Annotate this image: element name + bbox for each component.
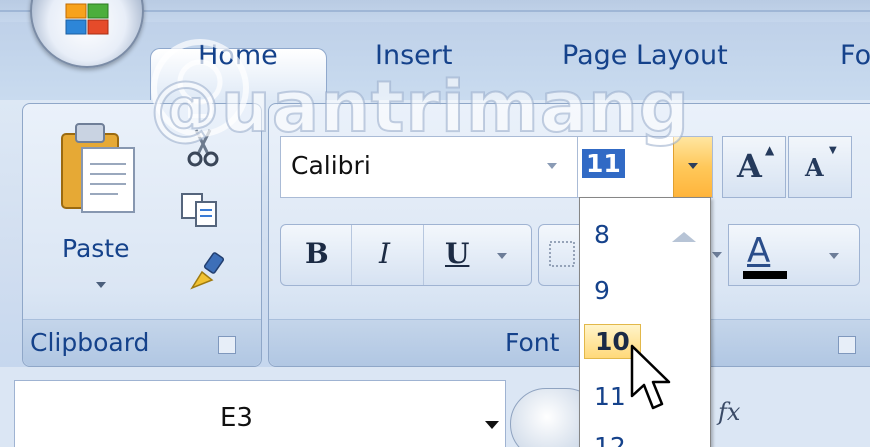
font-size-value[interactable]: 11	[582, 149, 625, 178]
bold-button[interactable]: B	[281, 225, 352, 285]
paste-button[interactable]: Paste	[62, 234, 129, 263]
font-color-icon: A	[747, 231, 771, 271]
font-size-option[interactable]: 12	[594, 432, 626, 447]
paste-dropdown-arrow[interactable]	[96, 282, 106, 288]
font-style-buttons: B I U	[280, 224, 532, 286]
grow-font-icon: A	[737, 147, 762, 185]
font-group-label-bar	[269, 319, 870, 366]
chevron-down-icon	[688, 163, 698, 169]
watermark-text: @uantrimang	[149, 65, 690, 149]
italic-icon: I	[379, 237, 391, 270]
italic-button[interactable]: I	[351, 225, 424, 285]
grow-font-button[interactable]: A ▲	[722, 136, 786, 198]
font-color-dropdown-arrow[interactable]	[829, 253, 839, 259]
name-box-dropdown-arrow[interactable]	[485, 421, 499, 429]
bold-icon: B	[305, 237, 329, 270]
caret-down-icon: ▼	[829, 145, 837, 156]
underline-button[interactable]: U	[423, 225, 531, 285]
caret-up-icon: ▲	[765, 143, 775, 157]
insert-function-button[interactable]: fx	[718, 398, 740, 426]
borders-button[interactable]	[538, 224, 584, 286]
font-color-button[interactable]: A	[728, 224, 860, 286]
tab-formulas[interactable]: Fo	[840, 40, 870, 71]
copy-icon[interactable]	[178, 190, 222, 230]
underline-dropdown-arrow[interactable]	[497, 253, 507, 259]
clipboard-dialog-launcher[interactable]	[218, 336, 236, 354]
font-size-option[interactable]: 8	[594, 220, 610, 249]
font-size-option[interactable]: 11	[594, 382, 626, 411]
format-painter-icon[interactable]	[186, 250, 230, 294]
scroll-up-icon[interactable]	[672, 232, 696, 242]
clipboard-group-label: Clipboard	[30, 328, 150, 357]
name-box-value: E3	[220, 403, 253, 433]
shrink-font-button[interactable]: A ▼	[788, 136, 852, 198]
font-name-dropdown-arrow[interactable]	[547, 163, 557, 169]
office-logo-icon	[65, 3, 109, 35]
font-name-value: Calibri	[291, 151, 371, 180]
font-size-option[interactable]: 9	[594, 276, 610, 305]
font-color-bar	[743, 271, 787, 279]
paste-icon	[61, 123, 135, 213]
mouse-cursor-icon	[630, 344, 671, 410]
underline-icon: U	[445, 237, 470, 270]
name-box[interactable]: E3	[14, 380, 506, 447]
font-group-label: Font	[505, 328, 560, 357]
shrink-font-icon: A	[805, 153, 824, 182]
font-dialog-launcher[interactable]	[838, 336, 856, 354]
borders-icon	[549, 241, 575, 267]
fill-color-dropdown-arrow[interactable]	[712, 252, 722, 258]
excel-window: Home Insert Page Layout Fo Paste Clipboa…	[0, 0, 870, 447]
